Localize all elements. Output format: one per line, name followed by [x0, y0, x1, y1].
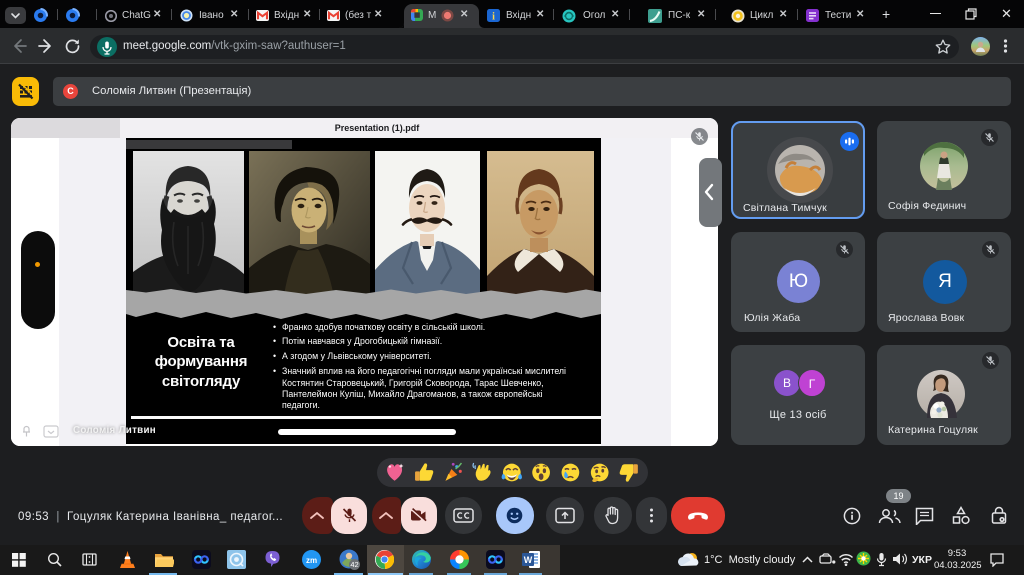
svg-text:42: 42: [350, 560, 358, 569]
svg-text:i: i: [492, 11, 495, 22]
svg-text:W: W: [524, 555, 533, 565]
svg-text:zm: zm: [306, 556, 317, 565]
